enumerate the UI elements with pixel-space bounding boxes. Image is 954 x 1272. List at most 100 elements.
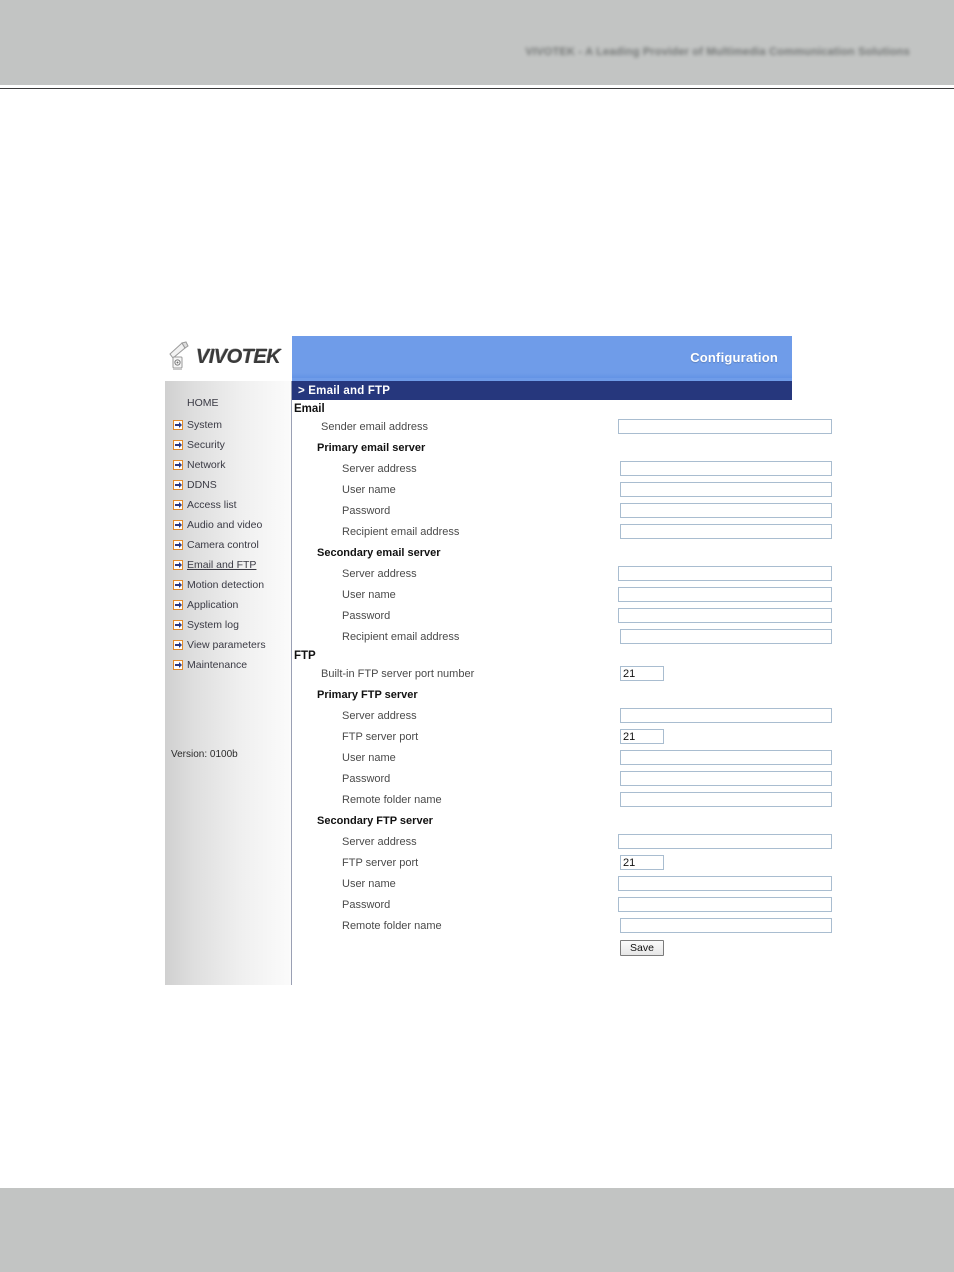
sidebar-item-motion-detection[interactable]: Motion detection [165, 575, 291, 595]
sidebar-item-camera-control[interactable]: Camera control [165, 535, 291, 555]
arrow-right-icon [173, 440, 183, 450]
primary-ftp-port-row: FTP server port [292, 726, 792, 747]
page-title: > Email and FTP [292, 381, 792, 400]
secondary-ftp-remote-folder-label: Remote folder name [342, 919, 442, 932]
page-root: VIVOTEK - A Leading Provider of Multimed… [0, 0, 954, 1272]
primary-email-recipient-label: Recipient email address [342, 525, 460, 538]
secondary-ftp-port-row: FTP server port [292, 852, 792, 873]
arrow-right-icon [173, 520, 183, 530]
secondary-ftp-password-label: Password [342, 898, 391, 911]
configuration-banner: Configuration [292, 336, 792, 381]
primary-ftp-password-input[interactable] [620, 771, 832, 786]
sender-email-input[interactable] [618, 419, 832, 434]
sidebar-item-system-log[interactable]: System log [165, 615, 291, 635]
secondary-ftp-password-row: Password [292, 894, 832, 915]
sidebar-item-security[interactable]: Security [165, 435, 291, 455]
ui-header: VIVOTEK Configuration [165, 336, 792, 381]
sidebar-item-label: Security [187, 438, 225, 451]
primary-ftp-remote-folder-row: Remote folder name [292, 789, 832, 810]
builtin-ftp-port-row: Built-in FTP server port number [292, 663, 792, 684]
primary-ftp-port-input[interactable] [620, 729, 664, 744]
arrow-right-icon [173, 420, 183, 430]
secondary-email-recipient-input[interactable] [620, 629, 832, 644]
secondary-email-recipient-label: Recipient email address [342, 630, 460, 643]
sidebar-item-ddns[interactable]: DDNS [165, 475, 291, 495]
primary-email-server-address-row: Server address [292, 458, 832, 479]
secondary-ftp-remote-folder-input[interactable] [620, 918, 832, 933]
primary-email-server-heading: Primary email server [317, 441, 426, 454]
sidebar-item-maintenance[interactable]: Maintenance [165, 655, 291, 675]
secondary-ftp-server-address-row: Server address [292, 831, 832, 852]
primary-ftp-server-address-input[interactable] [620, 708, 832, 723]
secondary-email-server-heading: Secondary email server [317, 546, 441, 559]
builtin-ftp-port-input[interactable] [620, 666, 664, 681]
secondary-ftp-user-name-label: User name [342, 877, 396, 890]
secondary-email-server-address-input[interactable] [618, 566, 832, 581]
secondary-ftp-port-label: FTP server port [342, 856, 419, 869]
secondary-ftp-remote-folder-row: Remote folder name [292, 915, 832, 936]
logo-cell: VIVOTEK [165, 336, 292, 381]
sidebar-item-view-parameters[interactable]: View parameters [165, 635, 291, 655]
secondary-ftp-password-input[interactable] [618, 897, 832, 912]
secondary-ftp-user-name-input[interactable] [618, 876, 832, 891]
primary-ftp-remote-folder-input[interactable] [620, 792, 832, 807]
secondary-email-user-name-label: User name [342, 588, 396, 601]
primary-email-password-label: Password [342, 504, 391, 517]
sidebar-item-home[interactable]: HOME [165, 393, 291, 413]
sidebar-item-label: System [187, 418, 223, 431]
sidebar-item-system[interactable]: System [165, 415, 291, 435]
sidebar-item-label: HOME [187, 396, 219, 409]
arrow-right-icon [173, 500, 183, 510]
sidebar-item-label: DDNS [187, 478, 217, 491]
secondary-email-password-input[interactable] [618, 608, 832, 623]
brand-name: VIVOTEK [196, 346, 281, 368]
firmware-version-label: Version: 0100b [171, 749, 238, 760]
primary-email-recipient-input[interactable] [620, 524, 832, 539]
sidebar-item-application[interactable]: Application [165, 595, 291, 615]
arrow-right-icon [173, 460, 183, 470]
primary-ftp-password-label: Password [342, 772, 391, 785]
primary-ftp-user-name-input[interactable] [620, 750, 832, 765]
brand-logo: VIVOTEK [168, 341, 281, 376]
sidebar-item-label: Motion detection [187, 578, 265, 591]
secondary-email-user-name-row: User name [292, 584, 832, 605]
ui-body: HOME System Security Network DDNS Access… [165, 381, 832, 985]
sender-email-label: Sender email address [321, 420, 429, 433]
save-button[interactable]: Save [620, 940, 664, 956]
ftp-section-heading: FTP [294, 650, 316, 662]
sidebar-nav: HOME System Security Network DDNS Access… [165, 381, 292, 985]
sidebar-item-label: Maintenance [187, 658, 248, 671]
sidebar-item-email-and-ftp[interactable]: Email and FTP [165, 555, 291, 575]
sidebar-item-label: Application [187, 598, 239, 611]
primary-email-server-address-input[interactable] [620, 461, 832, 476]
primary-ftp-user-name-label: User name [342, 751, 396, 764]
arrow-right-icon [173, 600, 183, 610]
secondary-email-server-address-label: Server address [342, 567, 417, 580]
sidebar-item-audio-and-video[interactable]: Audio and video [165, 515, 291, 535]
document-banner-text: VIVOTEK - A Leading Provider of Multimed… [525, 46, 910, 58]
arrow-right-icon [173, 620, 183, 630]
sidebar-item-label: Audio and video [187, 518, 263, 531]
primary-email-user-name-label: User name [342, 483, 396, 496]
primary-email-password-input[interactable] [620, 503, 832, 518]
arrow-right-icon [173, 540, 183, 550]
secondary-ftp-server-address-input[interactable] [618, 834, 832, 849]
sidebar-item-access-list[interactable]: Access list [165, 495, 291, 515]
primary-email-user-name-input[interactable] [620, 482, 832, 497]
configuration-label: Configuration [690, 350, 778, 365]
primary-email-user-name-row: User name [292, 479, 832, 500]
sidebar-item-network[interactable]: Network [165, 455, 291, 475]
arrow-right-icon [173, 660, 183, 670]
builtin-ftp-port-label: Built-in FTP server port number [321, 667, 475, 680]
secondary-ftp-server-heading: Secondary FTP server [317, 814, 433, 827]
primary-ftp-server-heading: Primary FTP server [317, 688, 418, 701]
document-bottom-band [0, 1188, 954, 1272]
secondary-email-password-row: Password [292, 605, 832, 626]
settings-content: > Email and FTP Email Sender email addre… [292, 381, 832, 985]
secondary-ftp-user-name-row: User name [292, 873, 832, 894]
secondary-email-user-name-input[interactable] [618, 587, 832, 602]
sidebar-item-label: System log [187, 618, 239, 631]
secondary-email-server-address-row: Server address [292, 563, 832, 584]
header-rule [0, 88, 954, 89]
secondary-ftp-port-input[interactable] [620, 855, 664, 870]
